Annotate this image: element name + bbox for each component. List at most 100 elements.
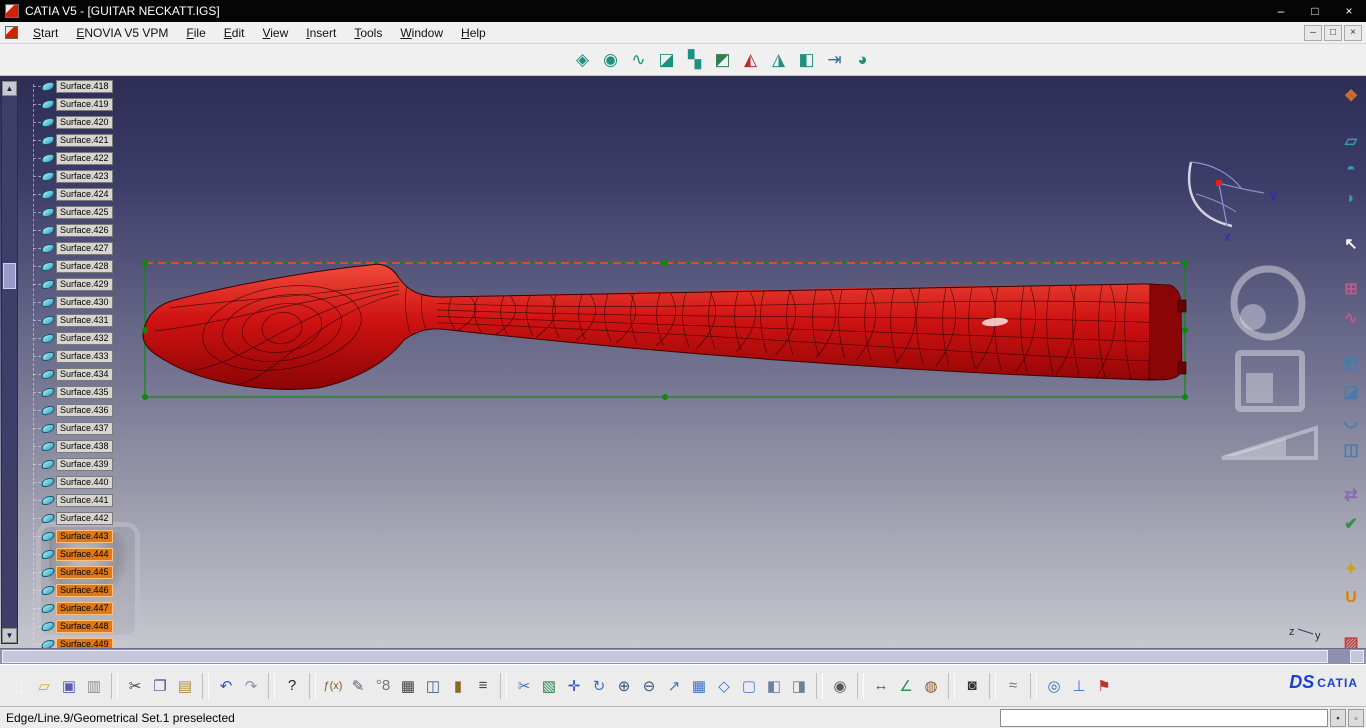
mdi-minimize-button[interactable]: – [1304,24,1322,41]
extrude-surface-icon[interactable]: ◓ [1339,158,1363,182]
scroll-down-button[interactable]: ▼ [2,628,17,643]
browser-icon[interactable]: ◎ [1043,674,1065,698]
connect-checker-icon[interactable]: ✔ [1339,512,1363,536]
rotate-icon[interactable]: ↻ [588,674,610,698]
undo-icon[interactable]: ↶ [215,674,237,698]
scroll-up-button[interactable]: ▲ [2,81,17,96]
fragmentation-icon[interactable]: ◫ [1339,438,1363,462]
tree-item-label[interactable]: Surface.423 [56,169,113,183]
menu-file[interactable]: File [177,24,214,42]
close-button[interactable]: × [1332,0,1366,22]
match-surface-icon[interactable]: ∿ [1339,306,1363,330]
curve-smooth-icon[interactable]: ∿ [626,48,651,73]
zoom-in-icon[interactable]: ⊕ [613,674,635,698]
break-surface-icon[interactable]: ◩ [1339,351,1363,375]
copy-icon[interactable]: ❐ [149,674,171,698]
measure-between-icon[interactable]: ↔ [870,674,892,698]
tree-item-label[interactable]: Surface.427 [56,241,113,255]
redo-icon[interactable]: ↷ [240,674,262,698]
axis-system-icon[interactable]: ⊥ [1068,674,1090,698]
tree-item[interactable]: Surface.440 [26,473,136,491]
tree-item-label[interactable]: Surface.440 [56,475,113,489]
trim-icon[interactable]: ◭ [738,48,763,73]
save-icon[interactable]: ▣ [58,674,80,698]
tree-item-label[interactable]: Surface.432 [56,331,113,345]
freestyle-dashboard[interactable] [1221,265,1318,460]
tree-item[interactable]: Surface.422 [26,149,136,167]
tree-item[interactable]: Surface.447 [26,599,136,617]
tree-item[interactable]: Surface.438 [26,437,136,455]
select-arrow-icon[interactable]: ↖ [1339,232,1363,256]
tree-item-label[interactable]: Surface.422 [56,151,113,165]
hidden-line-icon[interactable]: ◧ [763,674,785,698]
tree-item-label[interactable]: Surface.430 [56,295,113,309]
menu-help[interactable]: Help [452,24,495,42]
zoom-out-icon[interactable]: ⊖ [638,674,660,698]
split-icon[interactable]: ◩ [710,48,735,73]
whats-this-icon[interactable]: ? [281,674,303,698]
tree-item[interactable]: Surface.427 [26,239,136,257]
tree-item[interactable]: Surface.423 [26,167,136,185]
tree-item-label[interactable]: Surface.446 [56,583,113,597]
concatenate-icon[interactable]: ◡ [1339,409,1363,433]
paste-icon[interactable]: ▤ [174,674,196,698]
shading-icon[interactable]: ▢ [738,674,760,698]
apply-dress-icon[interactable]: ▨ [1339,631,1363,648]
tree-item-label[interactable]: Surface.426 [56,223,113,237]
formula-icon[interactable]: ƒ(x) [322,674,344,698]
disassemble-icon[interactable]: ▚ [682,48,707,73]
styling-constraint-icon[interactable]: ✦ [1339,557,1363,581]
view-compass[interactable]: y x [1187,161,1277,244]
tree-item[interactable]: Surface.448 [26,617,136,635]
tree-item-label[interactable]: Surface.434 [56,367,113,381]
design-table-icon[interactable]: ▦ [397,674,419,698]
menu-view[interactable]: View [253,24,297,42]
compass-origin[interactable] [1216,180,1222,186]
tree-item[interactable]: Surface.433 [26,347,136,365]
status-lock-button[interactable]: ▪ [1330,709,1346,727]
selection-filter-icon[interactable]: ▧ [538,674,560,698]
tree-item-label[interactable]: Surface.421 [56,133,113,147]
tree-item[interactable]: Surface.430 [26,293,136,311]
tree-item[interactable]: Surface.426 [26,221,136,239]
tree-item-label[interactable]: Surface.420 [56,115,113,129]
tree-item[interactable]: Surface.420 [26,113,136,131]
mdi-close-button[interactable]: × [1344,24,1362,41]
tree-item-label[interactable]: Surface.424 [56,187,113,201]
tree-item-label[interactable]: Surface.443 [56,529,113,543]
minimize-button[interactable]: – [1264,0,1298,22]
tree-item[interactable]: Surface.439 [26,455,136,473]
tree-item-label[interactable]: Surface.435 [56,385,113,399]
capture-icon[interactable]: ◙ [961,674,983,698]
tree-item-label[interactable]: Surface.449 [56,637,113,648]
menu-tools[interactable]: Tools [345,24,391,42]
annotation-icon[interactable]: ✎ [347,674,369,698]
tree-item-label[interactable]: Surface.444 [56,547,113,561]
tree-item-label[interactable]: Surface.419 [56,97,113,111]
extrapolate-icon[interactable]: ◕ [850,48,875,73]
tree-item[interactable]: Surface.431 [26,311,136,329]
tree-item-label[interactable]: Surface.442 [56,511,113,525]
tree-item-label[interactable]: Surface.428 [56,259,113,273]
revolve-surface-icon[interactable]: ◗ [1339,187,1363,211]
menu-window[interactable]: Window [391,24,452,42]
tree-item-label[interactable]: Surface.438 [56,439,113,453]
untrim-icon[interactable]: ◪ [654,48,679,73]
grid-snap-icon[interactable]: ◫ [422,674,444,698]
measure-item-icon[interactable]: ∠ [895,674,917,698]
multi-view-icon[interactable]: ▦ [688,674,710,698]
status-help-button[interactable]: ▫ [1348,709,1364,727]
untrim-surface-icon[interactable]: ◪ [1339,380,1363,404]
u-workbench-icon[interactable]: U [1339,586,1363,610]
rotate-knob-widget[interactable] [1240,304,1266,330]
menu-edit[interactable]: Edit [215,24,254,42]
tree-item-label[interactable]: Surface.448 [56,619,113,633]
tree-item[interactable]: Surface.424 [26,185,136,203]
tree-item-label[interactable]: Surface.436 [56,403,113,417]
power-input[interactable] [1000,709,1328,727]
menu-start[interactable]: Start [24,24,67,42]
symmetry-icon[interactable]: ⇄ [1339,483,1363,507]
new-document-icon[interactable]: ▯ [8,674,30,698]
multiple-extract-icon[interactable]: ⇥ [822,48,847,73]
tree-item[interactable]: Surface.421 [26,131,136,149]
